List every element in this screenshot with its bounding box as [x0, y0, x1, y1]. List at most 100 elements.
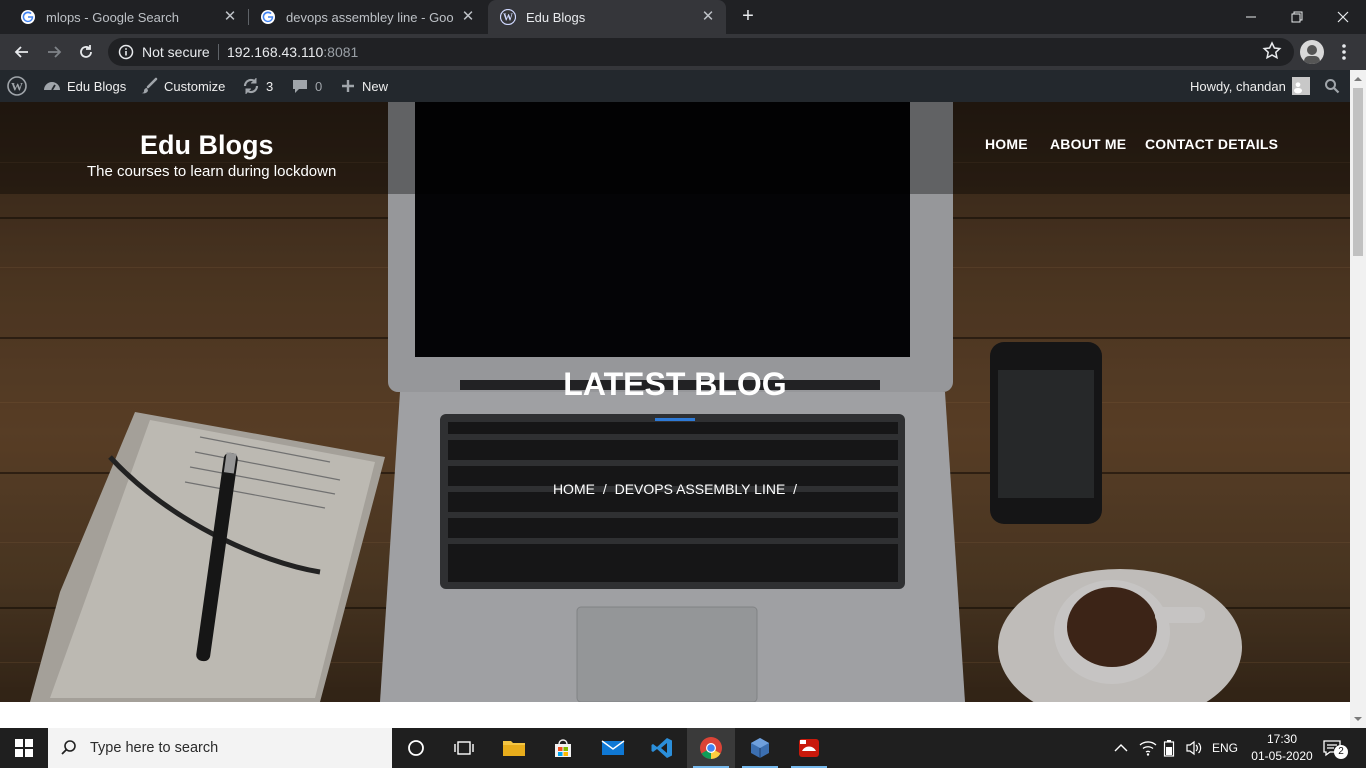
dashboard-icon — [44, 82, 60, 91]
input-language[interactable]: ENG — [1212, 728, 1238, 768]
nav-home[interactable]: HOME — [985, 136, 1028, 152]
redhat-icon — [799, 739, 819, 757]
store-icon — [555, 739, 571, 757]
breadcrumb: HOME / DEVOPS ASSEMBLY LINE / — [0, 481, 1350, 497]
browser-toolbar: Not secure 192.168.43.110:8081 — [0, 34, 1366, 70]
my-account-menu[interactable]: Howdy, chandan — [1190, 70, 1310, 102]
howdy-label: Howdy, chandan — [1190, 78, 1286, 94]
svg-text:W: W — [503, 13, 513, 24]
tab-devops-search[interactable]: devops assembley line - Google S ✕ — [248, 0, 486, 34]
scroll-thumb[interactable] — [1353, 88, 1363, 256]
task-view-icon — [454, 741, 474, 755]
chevron-up-icon — [1114, 744, 1128, 752]
title-underline — [655, 418, 695, 421]
back-button[interactable] — [8, 38, 36, 66]
hero-banner: Edu Blogs The courses to learn during lo… — [0, 102, 1350, 702]
url-host: 192.168.43.110 — [227, 44, 324, 60]
restore-icon — [1291, 11, 1303, 23]
user-avatar-icon — [1291, 77, 1310, 95]
site-name-label: Edu Blogs — [67, 78, 127, 94]
bookmark-star-icon[interactable] — [1262, 41, 1282, 61]
tab-title: devops assembley line - Google S — [286, 9, 454, 25]
back-arrow-icon — [14, 46, 28, 58]
paintbrush-icon — [141, 77, 158, 94]
site-tagline: The courses to learn during lockdown — [87, 163, 337, 180]
breadcrumb-separator: / — [602, 481, 607, 497]
cortana-button[interactable] — [392, 728, 440, 768]
close-tab-icon[interactable]: ✕ — [700, 9, 716, 25]
comments-link[interactable]: 0 — [291, 70, 322, 102]
minimize-button[interactable] — [1228, 0, 1274, 34]
wifi-icon — [1139, 741, 1157, 756]
url-port: :8081 — [323, 44, 359, 60]
divider — [218, 44, 219, 60]
search-icon — [61, 740, 76, 755]
show-hidden-icons-button[interactable] — [1114, 728, 1128, 768]
virtualbox-button[interactable] — [736, 728, 784, 768]
reload-icon — [80, 45, 92, 58]
file-explorer-button[interactable] — [490, 728, 538, 768]
customize-link[interactable]: Customize — [140, 70, 225, 102]
wordpress-icon: W — [500, 9, 516, 25]
google-icon — [260, 9, 276, 25]
url-text: 192.168.43.110:8081 — [227, 44, 358, 60]
clock-date: 01-05-2020 — [1251, 749, 1313, 763]
profile-avatar[interactable] — [1300, 40, 1324, 64]
menu-dots-icon[interactable] — [1336, 42, 1352, 62]
close-tab-icon[interactable]: ✕ — [222, 9, 238, 25]
redhat-app-button[interactable] — [785, 728, 833, 768]
vscode-icon — [651, 738, 672, 758]
volume-icon — [1186, 740, 1202, 756]
battery-button[interactable] — [1163, 728, 1175, 768]
adminbar-search-button[interactable] — [1324, 70, 1346, 102]
scroll-down-icon — [1354, 717, 1362, 721]
wordpress-logo-button[interactable]: W — [7, 70, 33, 102]
page-scrollbar[interactable] — [1350, 70, 1366, 728]
tab-title: Edu Blogs — [526, 9, 586, 25]
updates-link[interactable]: 3 — [242, 70, 273, 102]
comment-icon — [293, 80, 307, 93]
search-placeholder: Type here to search — [90, 740, 219, 756]
windows-taskbar: Type here to search ENG 17:30 01-05-2020… — [0, 728, 1366, 768]
close-window-button[interactable] — [1320, 0, 1366, 34]
site-title[interactable]: Edu Blogs — [140, 130, 274, 161]
tab-mlops-search[interactable]: mlops - Google Search ✕ — [8, 0, 248, 34]
tab-title: mlops - Google Search — [46, 9, 179, 25]
new-tab-button[interactable]: + — [736, 5, 760, 29]
forward-button[interactable] — [40, 38, 68, 66]
new-content-link[interactable]: New — [340, 70, 388, 102]
battery-icon — [1163, 740, 1175, 757]
chrome-taskbar-button[interactable] — [687, 728, 735, 768]
folder-icon — [503, 741, 525, 756]
updates-count: 3 — [266, 78, 274, 94]
breadcrumb-separator: / — [793, 481, 798, 497]
network-button[interactable] — [1139, 728, 1157, 768]
virtualbox-icon — [751, 738, 769, 758]
mail-icon — [601, 740, 625, 755]
plus-icon — [342, 80, 354, 92]
task-view-button[interactable] — [440, 728, 488, 768]
updates-icon — [243, 78, 259, 94]
reload-button[interactable] — [72, 38, 100, 66]
breadcrumb-home[interactable]: HOME — [553, 481, 595, 497]
action-center-button[interactable]: 2 — [1322, 728, 1348, 768]
site-name-link[interactable]: Edu Blogs — [43, 70, 126, 102]
chrome-icon — [700, 737, 722, 759]
page-viewport: Edu Blogs The courses to learn during lo… — [0, 102, 1350, 728]
forward-arrow-icon — [48, 46, 62, 58]
google-icon — [20, 9, 36, 25]
start-button[interactable] — [0, 728, 48, 768]
taskbar-clock[interactable]: 17:30 01-05-2020 — [1250, 731, 1314, 765]
address-bar[interactable]: Not secure 192.168.43.110:8081 — [108, 38, 1294, 66]
mail-button[interactable] — [589, 728, 637, 768]
taskbar-search-box[interactable]: Type here to search — [48, 728, 392, 768]
nav-contact-details[interactable]: CONTACT DETAILS — [1145, 136, 1278, 152]
nav-about-me[interactable]: ABOUT ME — [1050, 136, 1126, 152]
vscode-button[interactable] — [638, 728, 686, 768]
close-tab-icon[interactable]: ✕ — [460, 9, 476, 25]
volume-button[interactable] — [1185, 728, 1203, 768]
tab-edu-blogs[interactable]: W Edu Blogs ✕ — [488, 0, 726, 34]
store-button[interactable] — [539, 728, 587, 768]
new-label: New — [362, 78, 389, 94]
restore-button[interactable] — [1274, 0, 1320, 34]
